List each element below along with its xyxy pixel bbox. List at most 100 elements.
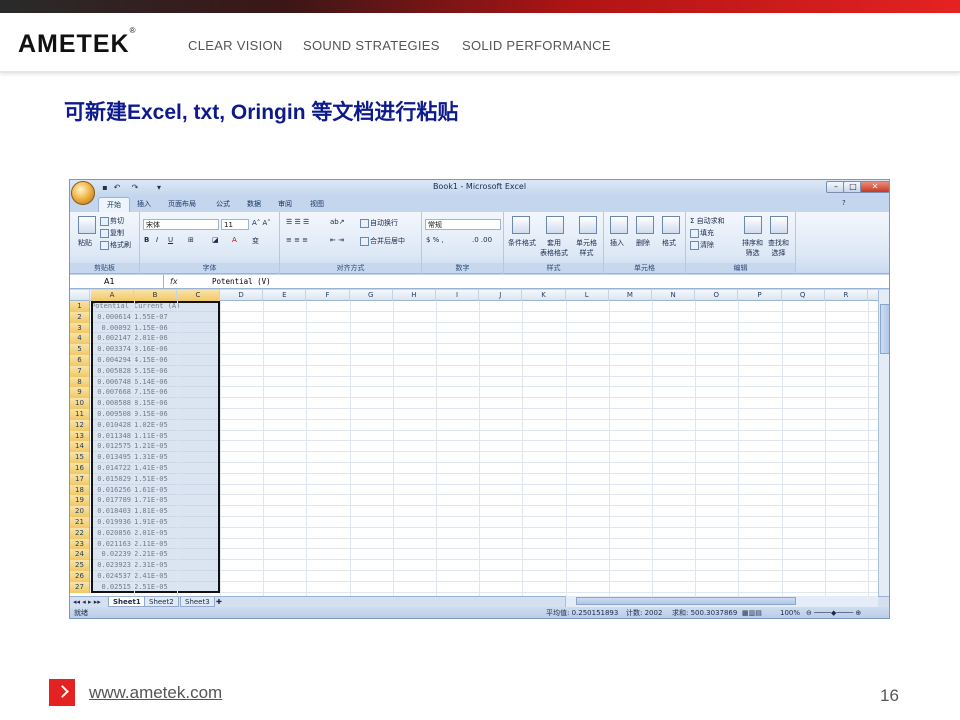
column-header[interactable]: F	[306, 290, 350, 301]
row-header[interactable]: 16	[70, 462, 90, 474]
column-header[interactable]: J	[479, 290, 523, 301]
row-header[interactable]: 7	[70, 365, 90, 377]
tab-review[interactable]: 审阅	[278, 199, 292, 209]
number-format-select[interactable]: 常规	[425, 219, 501, 230]
row-header[interactable]: 1	[70, 301, 90, 312]
column-header[interactable]: A	[91, 290, 134, 301]
row-header[interactable]: 11	[70, 408, 90, 420]
insert-cells-button[interactable]: 插入	[610, 238, 624, 248]
row-header[interactable]: 26	[70, 570, 90, 582]
row-header[interactable]: 17	[70, 473, 90, 485]
footer-url[interactable]: www.ametek.com	[89, 683, 222, 703]
align-left-icon[interactable]: ≡ ≡ ≡	[286, 236, 308, 244]
bold-button[interactable]: B	[144, 236, 149, 244]
column-header[interactable]: B	[134, 290, 177, 301]
sort-filter-button[interactable]: 排序和 筛选	[742, 238, 763, 258]
worksheet-grid[interactable]: ABCDEFGHIJKLMNOPQR 1PotentialCurrent (A)…	[70, 290, 878, 596]
paste-button[interactable]: 粘贴	[78, 238, 92, 248]
fill-button[interactable]: 填充	[690, 228, 714, 238]
format-cells-button[interactable]: 格式	[662, 238, 676, 248]
row-header[interactable]: 10	[70, 398, 90, 409]
office-button[interactable]	[71, 181, 95, 205]
column-header[interactable]: G	[350, 290, 393, 301]
font-name-select[interactable]: 宋体	[143, 219, 219, 230]
indent-icon[interactable]: ⇤ ⇥	[330, 236, 344, 244]
tab-view[interactable]: 视图	[310, 199, 324, 209]
column-header[interactable]: R	[825, 290, 868, 301]
row-header[interactable]: 24	[70, 549, 90, 561]
help-icon[interactable]: ?	[842, 199, 846, 207]
row-header[interactable]: 18	[70, 484, 90, 496]
select-all-corner[interactable]	[70, 290, 90, 301]
insert-sheet-icon[interactable]: ✚	[216, 598, 222, 606]
sheet-tab-2[interactable]: Sheet2	[144, 597, 179, 607]
column-header[interactable]: K	[522, 290, 566, 301]
column-header[interactable]: I	[436, 290, 480, 301]
format-painter-button[interactable]: 格式刷	[100, 240, 131, 250]
font-grow-icon[interactable]: A˄ A˅	[252, 219, 271, 227]
row-header[interactable]: 9	[70, 387, 90, 399]
row-header[interactable]: 14	[70, 441, 90, 453]
row-header[interactable]: 21	[70, 516, 90, 528]
column-header[interactable]: H	[393, 290, 436, 301]
zoom-level[interactable]: 100%	[780, 607, 800, 618]
row-header[interactable]: 22	[70, 527, 90, 539]
row-header[interactable]: 3	[70, 322, 90, 334]
tab-home[interactable]: 开始	[98, 197, 130, 212]
row-header[interactable]: 8	[70, 376, 90, 388]
column-header[interactable]: C	[177, 290, 220, 301]
formula-input[interactable]: Potential (V)	[212, 275, 271, 289]
row-header[interactable]: 19	[70, 495, 90, 507]
wrap-text-button[interactable]: 自动换行	[360, 218, 398, 228]
tab-insert[interactable]: 插入	[137, 199, 151, 209]
row-header[interactable]: 12	[70, 419, 90, 431]
zoom-slider[interactable]: ⊖ ────◆──── ⊕	[806, 607, 861, 618]
autosum-button[interactable]: Σ 自动求和	[690, 216, 725, 226]
fill-color-icon[interactable]: ◪	[212, 236, 219, 244]
align-top-icon[interactable]: ☰ ☰ ☰	[286, 218, 309, 226]
name-box[interactable]: A1	[70, 275, 164, 289]
view-buttons-icon[interactable]: ▦▥▤	[742, 607, 762, 618]
copy-button[interactable]: 复制	[100, 228, 124, 238]
sheet-tab-3[interactable]: Sheet3	[180, 597, 215, 607]
fx-icon[interactable]: fx	[170, 275, 178, 289]
row-header[interactable]: 5	[70, 344, 90, 355]
cell-styles-button[interactable]: 单元格 样式	[576, 238, 597, 258]
tab-data[interactable]: 数据	[247, 199, 261, 209]
sheet-nav-icon[interactable]: ◂◂ ◂ ▸ ▸▸	[73, 598, 101, 606]
column-header[interactable]: E	[263, 290, 307, 301]
sheet-tab-1[interactable]: Sheet1	[108, 597, 146, 607]
delete-cells-button[interactable]: 删除	[636, 238, 650, 248]
vertical-scroll-thumb[interactable]	[880, 304, 889, 354]
tab-formulas[interactable]: 公式	[216, 199, 230, 209]
column-header[interactable]: D	[220, 290, 264, 301]
row-header[interactable]: 15	[70, 452, 90, 463]
row-header[interactable]: 27	[70, 581, 90, 593]
merge-center-button[interactable]: 合并后居中	[360, 236, 405, 246]
find-select-button[interactable]: 查找和 选择	[768, 238, 789, 258]
italic-button[interactable]: I	[156, 236, 158, 244]
row-header[interactable]: 23	[70, 538, 90, 550]
font-size-select[interactable]: 11	[221, 219, 249, 230]
cut-button[interactable]: 剪切	[100, 216, 124, 226]
font-color-icon[interactable]: A	[232, 236, 237, 244]
column-header[interactable]: N	[652, 290, 696, 301]
column-header[interactable]: L	[566, 290, 609, 301]
column-header[interactable]: Q	[782, 290, 825, 301]
column-header[interactable]: O	[695, 290, 739, 301]
row-header[interactable]: 13	[70, 430, 90, 442]
row-header[interactable]: 4	[70, 333, 90, 345]
close-button[interactable]: ✕	[860, 181, 889, 193]
column-header[interactable]: M	[609, 290, 652, 301]
row-header[interactable]: 6	[70, 354, 90, 366]
phonetic-icon[interactable]: 变	[252, 236, 259, 246]
decimal-icon[interactable]: .0 .00	[472, 236, 492, 244]
column-header[interactable]: P	[738, 290, 782, 301]
clear-button[interactable]: 清除	[690, 240, 714, 250]
conditional-format-button[interactable]: 条件格式	[508, 238, 536, 248]
orientation-icon[interactable]: ab↗	[330, 218, 345, 226]
tab-page-layout[interactable]: 页面布局	[168, 199, 196, 209]
format-as-table-button[interactable]: 套用 表格格式	[540, 238, 568, 258]
horizontal-scrollbar[interactable]	[565, 596, 878, 607]
underline-button[interactable]: U	[168, 236, 173, 244]
